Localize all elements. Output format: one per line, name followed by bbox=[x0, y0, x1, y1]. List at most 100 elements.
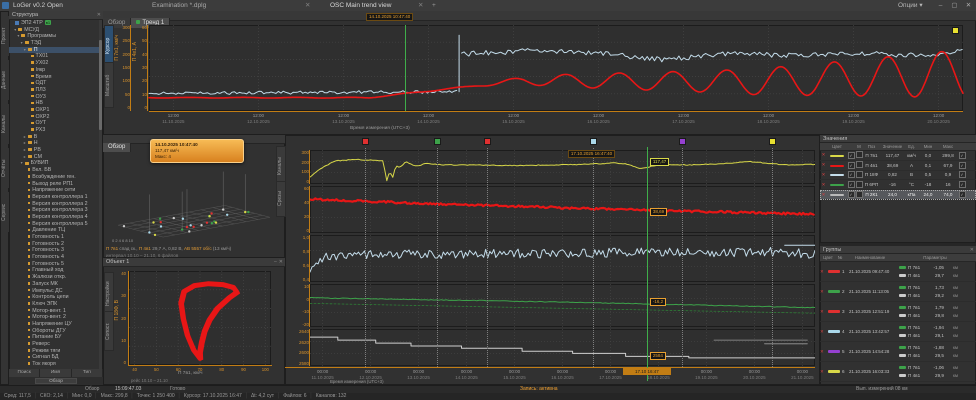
tree-item[interactable]: ▸В bbox=[9, 134, 99, 141]
remove-icon[interactable]: ✕ bbox=[820, 192, 827, 198]
checkbox[interactable]: ✓ bbox=[959, 162, 966, 169]
overview-y-axis-current[interactable]: 6050403020100 bbox=[131, 25, 148, 111]
tree-item[interactable]: Напряжение сети bbox=[9, 187, 99, 194]
tree-expander-icon[interactable]: ▾ bbox=[21, 160, 25, 167]
view-tab-close-icon[interactable]: ✕ bbox=[418, 0, 423, 11]
tree-item[interactable]: УХ02 bbox=[9, 60, 99, 67]
checkbox[interactable] bbox=[856, 181, 863, 188]
left-strip-tab-0[interactable]: Проект bbox=[1, 16, 9, 56]
document-tab-close-icon[interactable]: ✕ bbox=[305, 0, 310, 11]
group-flag-marker-2[interactable] bbox=[434, 138, 441, 145]
tree-item[interactable]: ПЛ3 bbox=[9, 87, 99, 94]
files-close-icon[interactable]: ✕ bbox=[970, 246, 974, 254]
window-maximize-button[interactable]: ▢ bbox=[948, 0, 961, 11]
checkbox[interactable] bbox=[856, 161, 863, 168]
tree-item[interactable]: Ток якоря bbox=[9, 361, 99, 368]
window-close-button[interactable]: ✕ bbox=[962, 0, 975, 11]
file-row[interactable]: ✕121.10.2025 09:47:40П 7в1-1,05кмП 4в129… bbox=[820, 262, 976, 282]
checkbox[interactable]: ✓ bbox=[848, 191, 855, 198]
channel-tree[interactable]: ЭП2 4ТРв1▾МСУД▾Программы▾ТЭД▾ПТХ01УХ02Iя… bbox=[9, 20, 99, 369]
checkbox[interactable]: ✓ bbox=[848, 171, 855, 178]
checkbox[interactable]: ✓ bbox=[848, 181, 855, 188]
tree-item[interactable]: Напряжение ЦУ bbox=[9, 321, 99, 328]
checkbox[interactable]: ✓ bbox=[848, 152, 855, 159]
xy-plot[interactable] bbox=[129, 271, 271, 365]
tree-item[interactable]: Давление ТЦ bbox=[9, 227, 99, 234]
tree-item[interactable]: Вкл. БВ bbox=[9, 167, 99, 174]
overview-cursor-line[interactable] bbox=[405, 25, 406, 111]
tree-item[interactable]: ▾ТЭД bbox=[9, 40, 99, 47]
stacked-plot-4[interactable] bbox=[310, 329, 815, 366]
overview-plot[interactable] bbox=[149, 25, 963, 111]
checkbox[interactable]: ✓ bbox=[959, 171, 966, 178]
checkbox[interactable] bbox=[856, 171, 863, 178]
tree-item[interactable]: Iякр bbox=[9, 67, 99, 74]
group-flag-marker-3[interactable] bbox=[484, 138, 491, 145]
checkbox[interactable] bbox=[856, 151, 863, 158]
tree-item[interactable]: НВ bbox=[9, 100, 99, 107]
overview-side-tab-cursor[interactable]: Курсор bbox=[104, 25, 114, 67]
left-strip-tab-2[interactable]: Каналы bbox=[1, 104, 9, 144]
stacked-plot-0[interactable] bbox=[310, 150, 815, 184]
tree-item[interactable]: Готовность 1 bbox=[9, 234, 99, 241]
tree-item[interactable]: Готовность 5 bbox=[9, 261, 99, 268]
stacked-cursor-line[interactable] bbox=[647, 147, 648, 381]
tree-item[interactable]: Мотор-вент. 1 bbox=[9, 308, 99, 315]
stacked-cursor-timestamp[interactable]: 17.10.2025 16:47:40 bbox=[568, 150, 615, 158]
tree-item[interactable]: Версия контроллера 5 bbox=[9, 221, 99, 228]
surface-caption-link[interactable]: АВ 5557 об/с bbox=[184, 246, 212, 251]
tree-scrollbar[interactable] bbox=[99, 20, 102, 369]
tree-item[interactable]: Сигнал БД bbox=[9, 354, 99, 361]
stacked-plot-3[interactable] bbox=[310, 284, 815, 327]
tree-item[interactable]: Главный ход bbox=[9, 267, 99, 274]
tree-item[interactable]: Возбуждение ген. bbox=[9, 174, 99, 181]
group-flag-marker-6[interactable] bbox=[769, 138, 776, 145]
tree-item[interactable]: ТХ01 bbox=[9, 53, 99, 60]
file-row[interactable]: ✕521.10.2025 14:54:28П 7в1-1,88кмП 4в129… bbox=[820, 342, 976, 362]
tree-item[interactable]: ▾МСУД bbox=[9, 27, 99, 34]
tree-item[interactable]: ОХР1 bbox=[9, 107, 99, 114]
overview-cursor-timestamp[interactable]: 14.10.2025 10:47:40 bbox=[366, 13, 413, 21]
stacked-y-axis-2[interactable]: 1,00,80,60,4 bbox=[287, 235, 310, 282]
tree-item[interactable]: Версия контроллера 3 bbox=[9, 207, 99, 214]
options-menu-button[interactable]: Опции ▾ bbox=[898, 0, 923, 11]
left-strip-tab-1[interactable]: Данные bbox=[1, 60, 9, 100]
checkbox[interactable]: ✓ bbox=[959, 181, 966, 188]
file-row[interactable]: ✕221.10.2025 11:13:05П 7в11,73кмП 4в129,… bbox=[820, 282, 976, 302]
stacked-y-axis-3[interactable]: 100-10-20 bbox=[287, 284, 310, 327]
tree-item[interactable]: Реверс bbox=[9, 341, 99, 348]
tree-item[interactable]: ЭП2 4ТРв1 bbox=[9, 20, 99, 27]
tree-item[interactable]: ▸Н bbox=[9, 140, 99, 147]
tree-item[interactable]: ▾БУВИП bbox=[9, 160, 99, 167]
tree-item[interactable]: РХ3 bbox=[9, 127, 99, 134]
tree-item[interactable]: Версия контроллера 1 bbox=[9, 194, 99, 201]
tree-item[interactable]: ▾Программы bbox=[9, 33, 99, 40]
checkbox[interactable]: ✓ bbox=[959, 152, 966, 159]
view-tab[interactable]: OSC Main trend view bbox=[330, 0, 391, 11]
checkbox[interactable] bbox=[856, 191, 863, 198]
tree-close-icon[interactable]: ✕ bbox=[97, 11, 101, 19]
group-flag-marker-5[interactable] bbox=[679, 138, 686, 145]
file-row[interactable]: ✕421.10.2025 13:42:57П 7в1-1,94кмП 4в129… bbox=[820, 322, 976, 342]
tree-item[interactable]: Ключ ЭПК bbox=[9, 301, 99, 308]
stacked-y-axis-4[interactable]: 2640262026002580 bbox=[287, 329, 310, 366]
surface-side-tab-slices[interactable]: Срезы bbox=[276, 181, 286, 217]
tree-tab-2[interactable]: Тип bbox=[72, 369, 103, 377]
legend-row[interactable]: ✕✓П 7в1117,47км/ч0,0299,8✓ bbox=[820, 151, 976, 161]
remove-icon[interactable]: ✕ bbox=[820, 162, 827, 168]
tree-item[interactable]: ОУ3 bbox=[9, 94, 99, 101]
remove-icon[interactable]: ✕ bbox=[820, 172, 827, 178]
legend-row[interactable]: ✕✓П 4в138,69А0,167,9✓ bbox=[820, 161, 976, 171]
tree-item[interactable]: Питание БУ bbox=[9, 334, 99, 341]
surface-caption-link[interactable]: П 4в1 bbox=[139, 246, 151, 251]
tree-item[interactable]: Мотор-вент. 2 bbox=[9, 314, 99, 321]
left-strip-tab-3[interactable]: Отчёты bbox=[1, 148, 9, 188]
stacked-y-axis-1[interactable]: 6040200 bbox=[287, 186, 310, 233]
tree-item[interactable]: Жалюзи откр. bbox=[9, 274, 99, 281]
surface-caption-link[interactable]: П 7в1 bbox=[106, 246, 118, 251]
tree-scrollbar-thumb[interactable] bbox=[99, 40, 102, 130]
xy-minimize-icon[interactable]: – bbox=[274, 258, 277, 266]
stacked-y-axis-0[interactable]: 3002001000 bbox=[287, 150, 310, 184]
group-flag-marker-1[interactable] bbox=[362, 138, 369, 145]
legend-row[interactable]: ✕✓П 6РП-16°С-1816✓ bbox=[820, 180, 976, 190]
